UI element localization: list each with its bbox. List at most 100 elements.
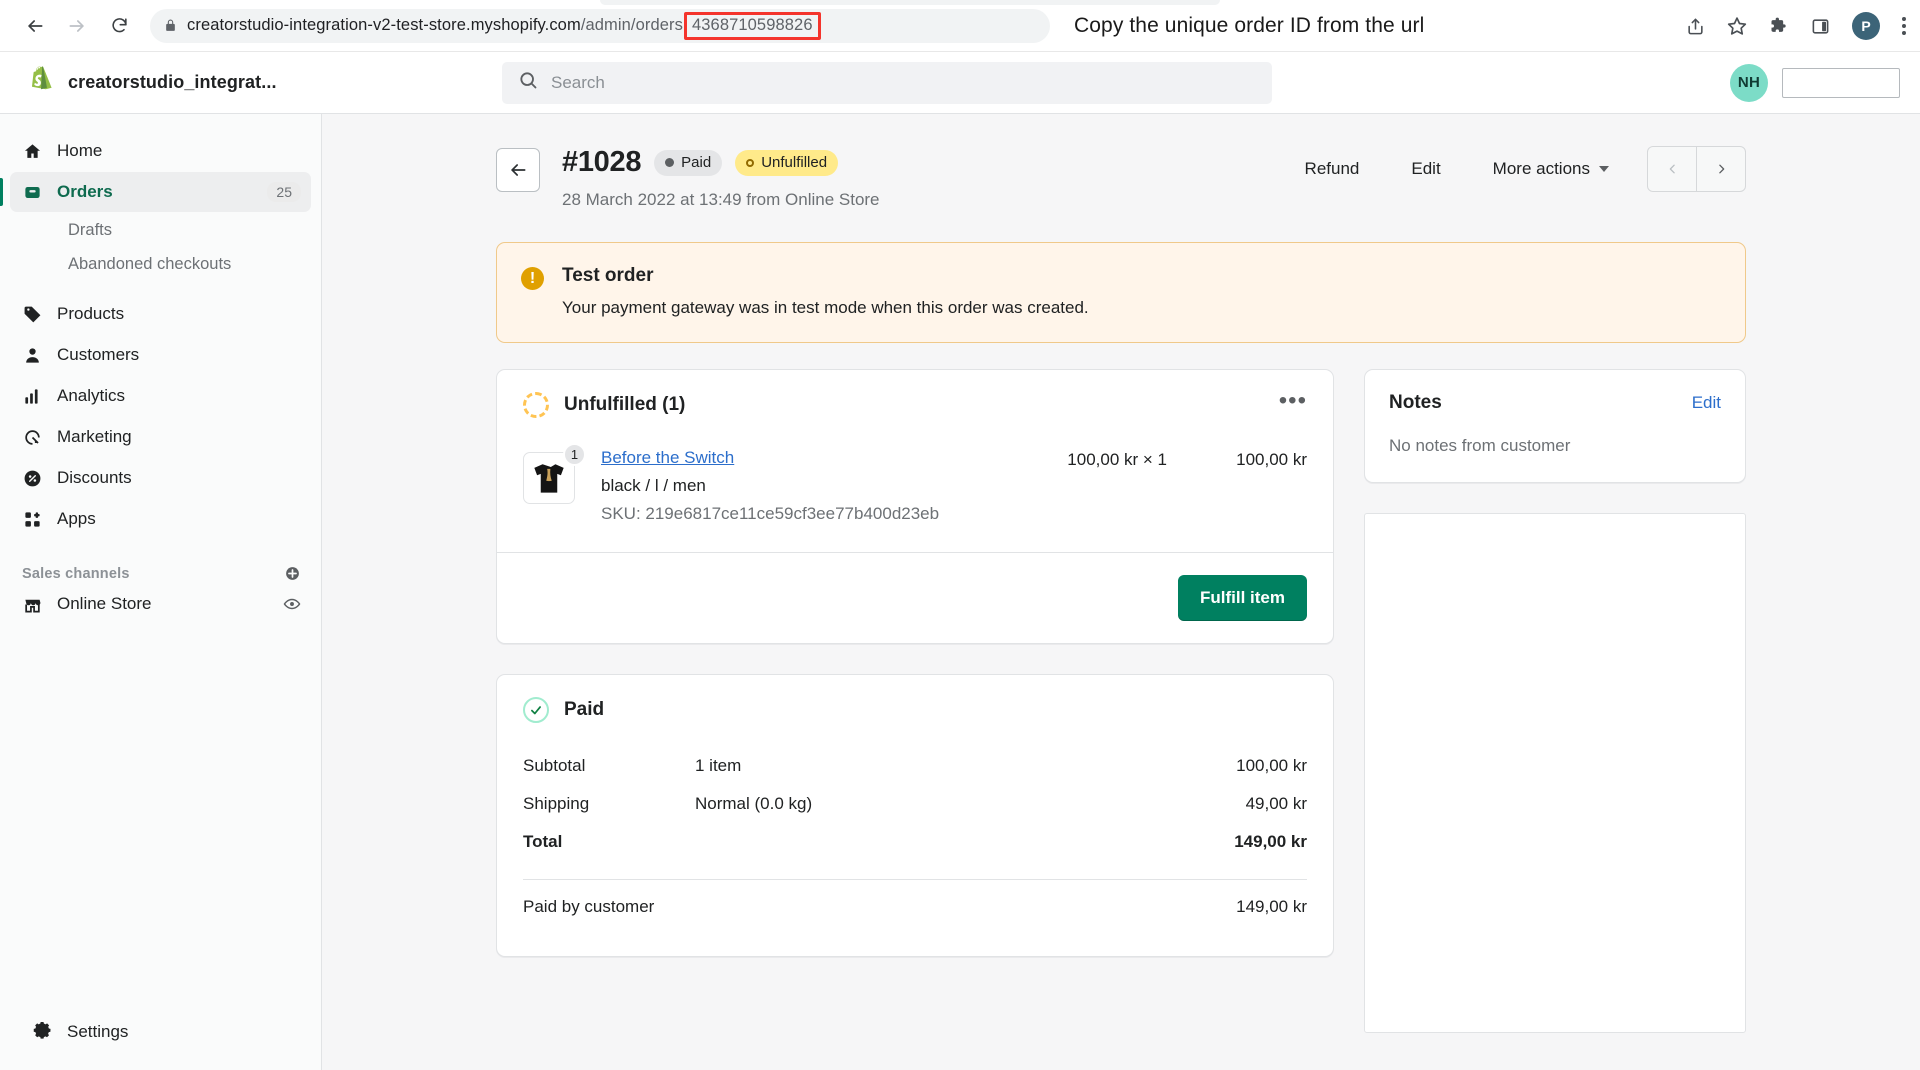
- notes-edit-link[interactable]: Edit: [1692, 393, 1721, 413]
- sidebar-item-products[interactable]: Products: [10, 294, 311, 334]
- sidebar-settings-label: Settings: [67, 1022, 129, 1041]
- back-arrow-icon[interactable]: [18, 9, 52, 43]
- store-brand[interactable]: creatorstudio_integrat...: [0, 64, 322, 101]
- sales-channels-label: Sales channels: [22, 565, 130, 582]
- more-actions-button[interactable]: More actions: [1467, 147, 1635, 191]
- search-icon: [518, 70, 538, 95]
- notes-card: Notes Edit No notes from customer: [1364, 369, 1746, 483]
- next-order-button[interactable]: [1697, 147, 1745, 191]
- share-icon[interactable]: [1686, 17, 1705, 36]
- eye-icon[interactable]: [283, 595, 301, 613]
- summary-value: 149,00 kr: [1234, 832, 1307, 851]
- summary-row-total: Total 149,00 kr: [523, 823, 1307, 861]
- sidebar-item-apps[interactable]: Apps: [10, 499, 311, 539]
- discount-icon: [22, 468, 43, 489]
- product-variant: black / l / men: [601, 476, 706, 495]
- status-badge-payment: Paid: [654, 149, 723, 176]
- sidebar-subitem-label: Drafts: [68, 220, 113, 239]
- order-pager: [1647, 146, 1746, 192]
- sidebar-item-label: Orders: [57, 182, 113, 201]
- sidebar-item-abandoned-checkouts[interactable]: Abandoned checkouts: [10, 247, 311, 281]
- paid-card: Paid Subtotal 1 item 100,00 kr Shipping …: [496, 674, 1334, 957]
- sidebar-item-label: Analytics: [57, 386, 126, 405]
- sidebar-subitem-label: Abandoned checkouts: [68, 254, 232, 273]
- summary-label: Subtotal: [523, 756, 586, 775]
- sidebar-item-online-store[interactable]: Online Store: [10, 584, 311, 624]
- quantity-badge: 1: [563, 443, 586, 466]
- browser-profile-avatar[interactable]: P: [1852, 12, 1880, 40]
- warning-icon: !: [521, 267, 544, 290]
- banner-body: Your payment gateway was in test mode wh…: [562, 298, 1089, 317]
- edit-button[interactable]: Edit: [1385, 147, 1466, 191]
- kebab-menu-icon[interactable]: [1902, 17, 1906, 35]
- megaphone-icon: [22, 427, 43, 448]
- address-bar[interactable]: creatorstudio-integration-v2-test-store.…: [150, 8, 1050, 43]
- browser-tab-stub: [600, 0, 1220, 5]
- status-badge-fulfillment: Unfulfilled: [735, 149, 839, 176]
- address-bar-text: creatorstudio-integration-v2-test-store.…: [187, 11, 821, 40]
- user-name-field[interactable]: [1782, 67, 1900, 98]
- reload-icon[interactable]: [102, 9, 136, 43]
- home-icon: [22, 141, 43, 162]
- puzzle-icon[interactable]: [1769, 16, 1789, 36]
- global-search[interactable]: [502, 61, 1272, 104]
- annotation-text: Copy the unique order ID from the url: [1074, 13, 1425, 37]
- fulfillment-card-footer: Fulfill item: [497, 552, 1333, 643]
- summary-divider: [523, 879, 1307, 880]
- sidebar-item-marketing[interactable]: Marketing: [10, 417, 311, 457]
- order-side-column: Notes Edit No notes from customer: [1364, 369, 1746, 1033]
- paid-card-header: Paid: [497, 675, 1333, 743]
- summary-label: Shipping: [523, 794, 590, 813]
- sidebar-item-home[interactable]: Home: [10, 131, 311, 171]
- browser-toolbar-right: P: [1686, 0, 1906, 52]
- sidebar-item-label: Products: [57, 304, 125, 323]
- url-path: /admin/orders: [580, 15, 683, 34]
- blank-side-panel: [1364, 513, 1746, 1033]
- sidebar-item-label: Home: [57, 141, 103, 160]
- forward-arrow-icon[interactable]: [60, 9, 94, 43]
- paid-by-customer-label: Paid by customer: [523, 897, 655, 916]
- sidebar-item-orders[interactable]: Orders 25: [0, 172, 311, 212]
- orders-icon: [22, 182, 43, 203]
- status-badge-payment-label: Paid: [681, 154, 712, 171]
- gear-icon: [32, 1022, 53, 1043]
- chevron-down-icon: [1599, 166, 1609, 172]
- sidebar-item-label: Apps: [57, 509, 96, 528]
- notes-body: No notes from customer: [1389, 436, 1571, 455]
- check-circle-icon: [523, 697, 549, 723]
- sidebar-item-drafts[interactable]: Drafts: [10, 213, 311, 247]
- fulfill-item-button[interactable]: Fulfill item: [1178, 575, 1307, 621]
- sidebar-item-label: Marketing: [57, 427, 132, 446]
- unfulfilled-ring-icon: [523, 392, 549, 418]
- previous-order-button[interactable]: [1648, 147, 1696, 191]
- line-item-info: Before the Switch black / l / men SKU: 2…: [601, 448, 987, 524]
- sidebar-item-discounts[interactable]: Discounts: [10, 458, 311, 498]
- summary-row: Subtotal 1 item 100,00 kr: [523, 747, 1307, 785]
- side-panel-icon[interactable]: [1811, 17, 1830, 36]
- sidebar-item-analytics[interactable]: Analytics: [10, 376, 311, 416]
- order-back-button[interactable]: [496, 148, 540, 192]
- avatar[interactable]: NH: [1730, 63, 1768, 102]
- more-horizontal-icon[interactable]: •••: [1279, 389, 1307, 414]
- test-order-banner: ! Test order Your payment gateway was in…: [496, 242, 1746, 343]
- search-input[interactable]: [551, 72, 1256, 93]
- product-link[interactable]: Before the Switch: [601, 448, 734, 468]
- lock-icon: [164, 18, 177, 33]
- sidebar-item-customers[interactable]: Customers: [10, 335, 311, 375]
- paid-by-customer-row: Paid by customer 149,00 kr: [523, 888, 1307, 926]
- product-sku: SKU: 219e6817ce11ce59cf3ee77b400d23eb: [601, 504, 940, 523]
- summary-value: 49,00 kr: [1245, 794, 1307, 813]
- line-item-unit-price: 100,00 kr × 1: [1067, 450, 1167, 469]
- shopify-logo-icon: [26, 64, 54, 101]
- browser-nav-buttons: [0, 9, 136, 43]
- orders-count-badge: 25: [267, 182, 301, 202]
- sidebar-item-settings[interactable]: Settings: [0, 994, 322, 1070]
- plus-circle-icon[interactable]: [284, 565, 301, 582]
- notes-card-header: Notes Edit: [1365, 370, 1745, 418]
- refund-button[interactable]: Refund: [1279, 147, 1386, 191]
- star-icon[interactable]: [1727, 16, 1747, 36]
- order-main-column: Unfulfilled (1) ••• 1 Before the Switch …: [496, 369, 1334, 957]
- order-meta: 28 March 2022 at 13:49 from Online Store: [562, 190, 880, 209]
- topbar-user-area: NH: [1730, 63, 1900, 102]
- order-id-highlight: 4368710598826: [684, 11, 821, 40]
